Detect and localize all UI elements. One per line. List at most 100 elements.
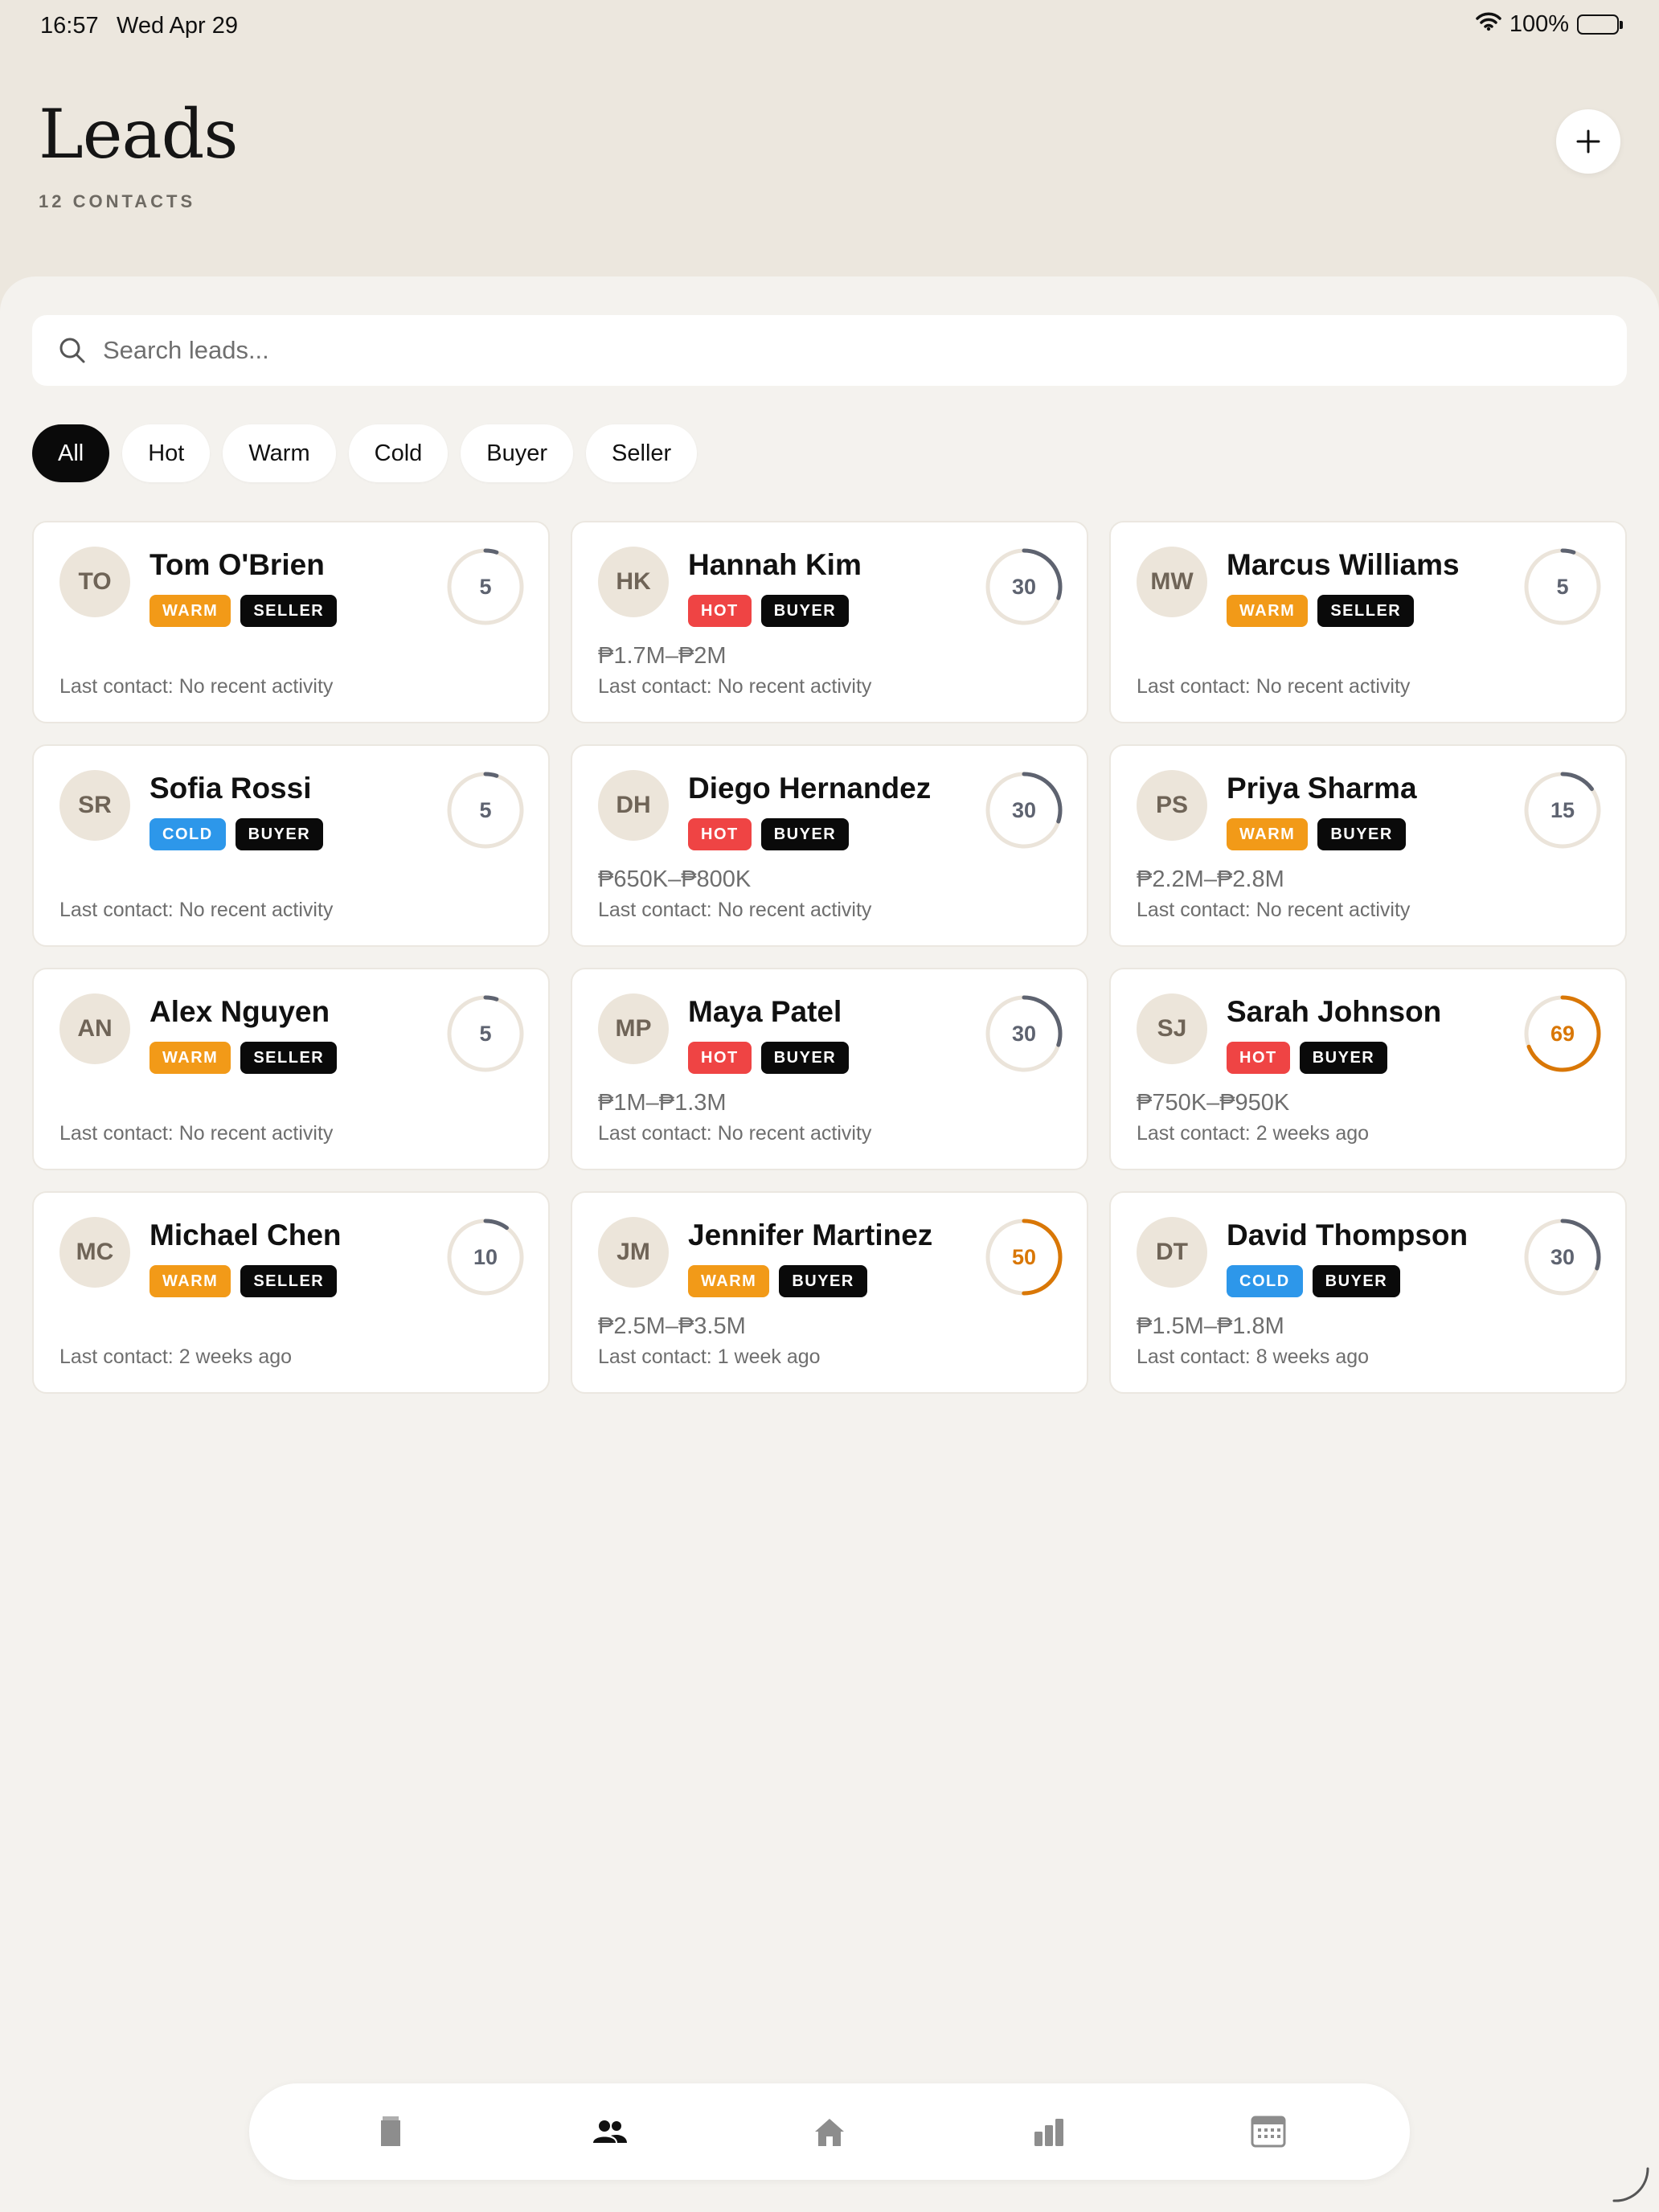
price-range: ₱1.7M–₱2M [598,643,727,669]
temperature-badge: WARM [1227,818,1309,850]
tab-people[interactable] [585,2108,633,2156]
lead-name: Diego Hernandez [688,772,932,805]
temperature-badge: WARM [150,1265,231,1297]
lead-badges: WARM SELLER [150,1265,338,1297]
temperature-badge: HOT [688,1042,752,1074]
lead-card[interactable]: TO Tom O'Brien WARM SELLER Last contact: No … [32,521,550,723]
price-range: ₱650K–₱800K [598,866,752,892]
lead-score-ring: 50 [984,1217,1064,1297]
lead-name: Jennifer Martinez [688,1219,933,1251]
lead-score-value: 69 [1550,1021,1575,1046]
tab-bar-chart[interactable] [1025,2108,1073,2156]
lead-card[interactable]: MW Marcus Williams WARM SELLER Last contact:… [1109,521,1627,723]
lead-score-ring: 30 [984,547,1064,627]
role-badge: SELLER [1317,595,1415,627]
role-badge: BUYER [760,818,850,850]
lead-badges: HOT BUYER [1227,1042,1388,1074]
filter-chip-all[interactable]: All [32,424,110,482]
search-input[interactable] [103,336,1550,365]
last-contact: Last contact: No recent activity [598,675,872,698]
temperature-badge: COLD [1227,1265,1303,1297]
tab-calendar[interactable] [1244,2108,1292,2156]
avatar: PS [1137,770,1207,841]
avatar: MC [59,1217,130,1288]
lead-card[interactable]: MP Maya Patel HOT BUYER ₱1M–₱1.3M Last contac… [571,968,1088,1170]
lead-score-ring: 30 [984,993,1064,1074]
last-contact: Last contact: No recent activity [59,1122,334,1145]
avatar: MW [1137,547,1207,617]
temperature-badge: HOT [688,595,752,627]
avatar: DT [1137,1217,1207,1288]
lead-name: Alex Nguyen [150,995,330,1028]
status-date: Wed Apr 29 [117,13,239,39]
lead-card[interactable]: DH Diego Hernandez HOT BUYER ₱650K–₱800K Last… [571,744,1088,947]
last-contact: Last contact: No recent activity [59,675,334,698]
documents-icon [381,2116,400,2146]
status-time: 16:57 [40,13,99,39]
price-range: ₱2.2M–₱2.8M [1137,866,1284,892]
filter-chip-seller[interactable]: Seller [586,424,698,482]
lead-score-ring: 5 [445,993,526,1074]
filter-chip-cold[interactable]: Cold [348,424,449,482]
lead-badges: COLD BUYER [1227,1265,1401,1297]
role-badge: BUYER [760,1042,850,1074]
lead-card[interactable]: MC Michael Chen WARM SELLER Last contact: 2 … [32,1191,550,1394]
role-badge: BUYER [779,1265,867,1297]
avatar: SR [59,770,130,841]
status-right: 100% [1476,11,1623,38]
lead-score-ring: 15 [1522,770,1603,850]
lead-badges: HOT BUYER [688,818,850,850]
filter-chip-hot[interactable]: Hot [122,424,211,482]
lead-score-value: 5 [479,574,492,599]
avatar: TO [59,547,130,617]
filter-chips: All Hot Warm Cold Buyer Seller [32,424,698,482]
battery-percent: 100% [1509,11,1569,37]
tab-documents[interactable] [367,2108,415,2156]
avatar: HK [598,547,669,617]
page-title: Leads [39,95,238,174]
lead-card[interactable]: PS Priya Sharma WARM BUYER ₱2.2M–₱2.8M Last c… [1109,744,1627,947]
price-range: ₱1M–₱1.3M [598,1090,727,1116]
lead-name: Marcus Williams [1227,548,1460,581]
lead-score-value: 30 [1550,1244,1575,1269]
lead-name: Priya Sharma [1227,772,1417,805]
lead-score-ring: 30 [1522,1217,1603,1297]
lead-name: Tom O'Brien [150,548,325,581]
role-badge: SELLER [240,1042,338,1074]
bottom-tab-bar [249,2083,1410,2180]
leads-screen: 16:57 Wed Apr 29 100% Leads 12 CONTACTS [0,0,1659,2212]
lead-card[interactable]: DT David Thompson COLD BUYER ₱1.5M–₱1.8M Last… [1109,1191,1627,1394]
last-contact: Last contact: No recent activity [59,899,334,921]
search-bar[interactable] [32,315,1627,386]
contacts-count: 12 CONTACTS [39,191,196,211]
add-lead-button[interactable] [1556,109,1620,174]
search-icon [59,338,85,363]
avatar: JM [598,1217,669,1288]
last-contact: Last contact: 8 weeks ago [1137,1346,1370,1368]
avatar: AN [59,993,130,1064]
lead-card[interactable]: JM Jennifer Martinez WARM BUYER ₱2.5M–₱3.5M L… [571,1191,1088,1394]
lead-score-value: 50 [1011,1244,1037,1269]
price-range: ₱1.5M–₱1.8M [1137,1313,1284,1339]
last-contact: Last contact: No recent activity [598,1122,872,1145]
tab-home[interactable] [805,2108,854,2156]
wifi-icon [1476,11,1501,38]
lead-card[interactable]: HK Hannah Kim HOT BUYER ₱1.7M–₱2M Last contac… [571,521,1088,723]
lead-badges: COLD BUYER [150,818,324,850]
leads-grid: TO Tom O'Brien WARM SELLER Last contact: No … [32,521,1627,1394]
lead-badges: WARM BUYER [1227,818,1406,850]
last-contact: Last contact: 2 weeks ago [59,1346,293,1368]
home-icon [815,2119,844,2146]
pencil-hover-indicator [1612,2167,1649,2202]
lead-card[interactable]: SR Sofia Rossi COLD BUYER Last contact: No r… [32,744,550,947]
filter-chip-warm[interactable]: Warm [223,424,336,482]
role-badge: BUYER [1299,1042,1388,1074]
bar-chart-icon [1034,2119,1063,2146]
filter-chip-buyer[interactable]: Buyer [461,424,574,482]
last-contact: Last contact: No recent activity [1137,675,1411,698]
role-badge: BUYER [1317,818,1406,850]
lead-card[interactable]: AN Alex Nguyen WARM SELLER Last contact: No … [32,968,550,1170]
lead-score-ring: 5 [1522,547,1603,627]
lead-card[interactable]: SJ Sarah Johnson HOT BUYER ₱750K–₱950K Last c… [1109,968,1627,1170]
battery-icon [1577,14,1623,35]
